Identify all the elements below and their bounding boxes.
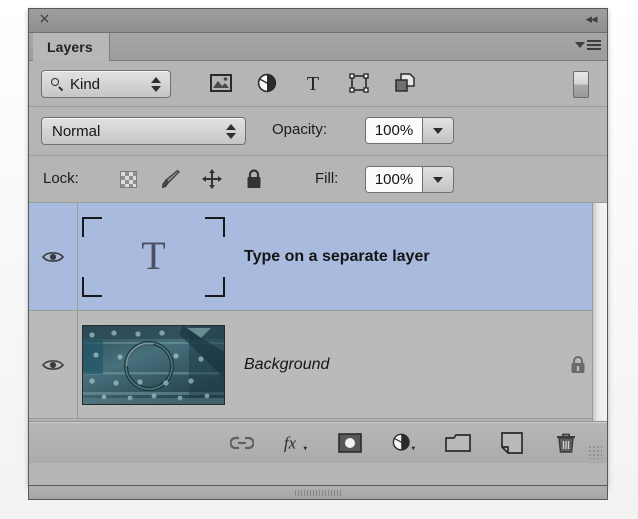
fill-field[interactable]: 100%	[365, 166, 454, 193]
tab-layers[interactable]: Layers	[33, 33, 110, 61]
bottom-toolbar-icons: fx	[229, 423, 579, 463]
fx-icon[interactable]: fx	[283, 430, 309, 456]
opacity-value[interactable]: 100%	[366, 118, 423, 143]
padlock-icon	[571, 355, 585, 373]
layers-bottom-toolbar: fx	[29, 422, 607, 463]
layer-thumbnail[interactable]	[78, 311, 228, 418]
trash-icon[interactable]	[553, 430, 579, 456]
folder-icon[interactable]	[445, 430, 471, 456]
fill-label: Fill:	[315, 170, 339, 187]
opacity-label: Opacity:	[272, 121, 328, 138]
up-down-stepper-icon[interactable]	[224, 123, 238, 139]
layer-list-scrollbar[interactable]	[592, 203, 607, 421]
tab-layers-label: Layers	[47, 39, 93, 55]
type-t-icon[interactable]: T	[301, 70, 325, 96]
filter-icon-group: T	[209, 70, 417, 96]
filter-enable-toggle[interactable]	[573, 71, 589, 98]
blend-mode-value: Normal	[52, 122, 101, 140]
close-icon[interactable]: ×	[38, 12, 51, 26]
mask-icon[interactable]	[337, 430, 363, 456]
eye-icon	[42, 251, 64, 262]
panel-menu-icon[interactable]	[575, 40, 601, 50]
layers-panel: × ◂◂ Layers Kind T Normal Opacity: 100% …	[28, 8, 608, 486]
drag-grip-icon[interactable]	[295, 490, 341, 496]
type-layer-thumbnail: T	[82, 216, 225, 297]
layer-kind-value: Kind	[70, 75, 101, 93]
half-circle-icon[interactable]	[255, 70, 279, 96]
resize-grip-icon[interactable]	[588, 445, 602, 459]
move-arrows-icon[interactable]	[201, 167, 223, 191]
eye-icon	[42, 359, 64, 370]
link-icon[interactable]	[229, 430, 255, 456]
layer-name[interactable]: Background	[228, 356, 549, 374]
screenshot-root: × ◂◂ Layers Kind T Normal Opacity: 100% …	[0, 0, 638, 519]
checkerboard-icon[interactable]	[117, 167, 139, 191]
new-page-icon[interactable]	[499, 430, 525, 456]
filter-row: Kind T	[29, 61, 607, 107]
blend-mode-select[interactable]: Normal	[41, 117, 246, 145]
layer-kind-select[interactable]: Kind	[41, 70, 171, 98]
table-row[interactable]: T Type on a separate layer	[29, 203, 607, 311]
layer-name[interactable]: Type on a separate layer	[228, 248, 549, 266]
fill-value[interactable]: 100%	[366, 167, 423, 192]
up-down-stepper-icon[interactable]	[149, 76, 163, 92]
layer-visibility-toggle[interactable]	[29, 311, 78, 418]
table-row[interactable]: Background	[29, 311, 607, 419]
background-layer-thumbnail	[82, 324, 225, 405]
magnifier-icon	[50, 77, 65, 92]
layer-visibility-toggle[interactable]	[29, 203, 78, 310]
chevron-down-icon	[575, 42, 585, 48]
fill-dropdown-arrow[interactable]	[423, 167, 453, 192]
collapse-panel-icon[interactable]: ◂◂	[583, 13, 599, 27]
brush-icon[interactable]	[159, 167, 181, 191]
lock-label: Lock:	[43, 170, 79, 187]
panel-titlebar: × ◂◂	[29, 9, 607, 33]
type-thumbnail-glyph: T	[141, 232, 166, 278]
svg-text:T: T	[307, 73, 319, 93]
panel-tabstrip: Layers	[29, 33, 607, 61]
padlock-icon[interactable]	[243, 167, 265, 191]
panel-footer-bar	[28, 486, 608, 500]
opacity-field[interactable]: 100%	[365, 117, 454, 144]
blend-opacity-row: Normal Opacity: 100%	[29, 107, 607, 156]
lock-button-group	[117, 167, 265, 191]
shape-bounds-icon[interactable]	[347, 70, 371, 96]
svg-text:fx: fx	[284, 434, 297, 453]
image-icon[interactable]	[209, 70, 233, 96]
opacity-dropdown-arrow[interactable]	[423, 118, 453, 143]
smart-object-icon[interactable]	[393, 70, 417, 96]
lock-fill-row: Lock: Fill: 100%	[29, 156, 607, 203]
menu-lines-icon	[587, 40, 601, 50]
layer-list: T Type on a separate layer Background	[29, 203, 607, 422]
layer-thumbnail[interactable]: T	[78, 203, 228, 310]
half-circle-icon[interactable]	[391, 430, 417, 456]
